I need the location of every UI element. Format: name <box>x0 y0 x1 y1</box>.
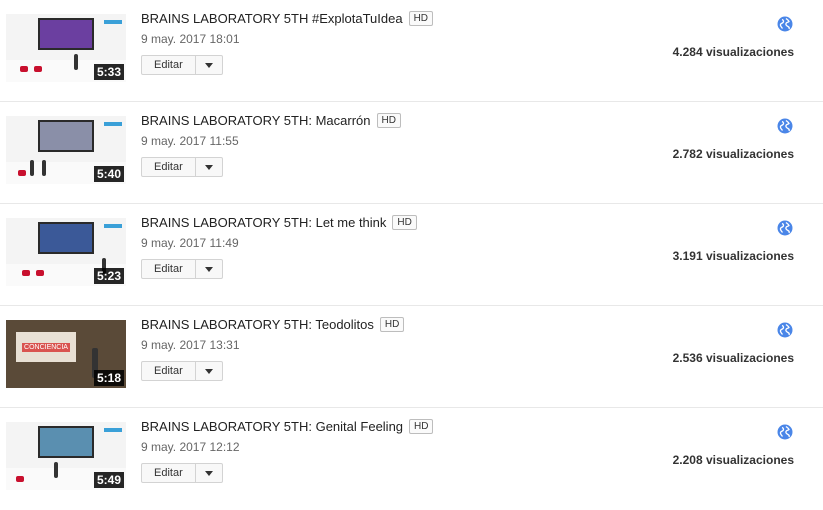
thumbnail-chair <box>16 476 24 482</box>
edit-button[interactable]: Editar <box>142 56 196 74</box>
view-count: 3.191 visualizaciones <box>672 249 794 263</box>
thumbnail-logo <box>104 224 122 228</box>
chevron-down-icon <box>204 62 213 68</box>
hd-badge: HD <box>379 317 405 332</box>
globe-icon[interactable] <box>777 118 793 134</box>
video-thumbnail[interactable]: 5:23 <box>6 218 126 286</box>
video-title[interactable]: BRAINS LABORATORY 5TH: Let me think <box>141 215 386 230</box>
thumbnail-chair <box>22 270 30 276</box>
chevron-down-icon <box>204 470 213 476</box>
view-count: 2.536 visualizaciones <box>672 351 794 365</box>
video-duration: 5:40 <box>93 166 124 182</box>
thumbnail-chair <box>18 170 26 176</box>
globe-icon[interactable] <box>777 220 793 236</box>
video-title-line: BRAINS LABORATORY 5TH: Let me think HD <box>141 215 417 230</box>
thumbnail-speaker <box>54 462 58 478</box>
chevron-down-icon <box>204 164 213 170</box>
thumbnail-chair <box>34 66 42 72</box>
video-duration: 5:18 <box>93 370 124 386</box>
globe-icon[interactable] <box>777 16 793 32</box>
edit-menu-button[interactable] <box>196 464 222 482</box>
video-date: 9 may. 2017 11:55 <box>141 134 239 148</box>
video-row: 5:49 BRAINS LABORATORY 5TH: Genital Feel… <box>0 408 823 510</box>
video-title[interactable]: BRAINS LABORATORY 5TH: Teodolitos <box>141 317 374 332</box>
video-date: 9 may. 2017 13:31 <box>141 338 240 352</box>
video-title-line: BRAINS LABORATORY 5TH #ExplotaTuIdea HD <box>141 11 434 26</box>
edit-button-group: Editar <box>141 463 223 483</box>
video-row: 5:40 BRAINS LABORATORY 5TH: Macarrón HD … <box>0 102 823 204</box>
video-thumbnail[interactable]: 5:49 <box>6 422 126 490</box>
view-count: 2.208 visualizaciones <box>672 453 794 467</box>
edit-button-group: Editar <box>141 259 223 279</box>
chevron-down-icon <box>204 368 213 374</box>
hd-badge: HD <box>376 113 401 128</box>
edit-menu-button[interactable] <box>196 56 222 74</box>
thumbnail-speaker <box>30 160 34 176</box>
thumbnail-screen <box>38 426 94 458</box>
edit-button-group: Editar <box>141 157 223 177</box>
globe-icon[interactable] <box>777 424 793 440</box>
video-duration: 5:23 <box>93 268 124 284</box>
video-thumbnail[interactable]: 5:40 <box>6 116 126 184</box>
globe-icon[interactable] <box>777 322 793 338</box>
video-list: 5:33 BRAINS LABORATORY 5TH #ExplotaTuIde… <box>0 0 823 510</box>
video-title-line: BRAINS LABORATORY 5TH: Genital Feeling H… <box>141 419 434 434</box>
video-row: 5:33 BRAINS LABORATORY 5TH #ExplotaTuIde… <box>0 0 823 102</box>
thumbnail-screen <box>38 222 94 254</box>
thumbnail-screen-text: CONCIENCIA <box>22 342 70 352</box>
view-count: 4.284 visualizaciones <box>672 45 794 59</box>
hd-badge: HD <box>408 11 434 26</box>
edit-menu-button[interactable] <box>196 158 222 176</box>
video-title-line: BRAINS LABORATORY 5TH: Teodolitos HD <box>141 317 405 332</box>
hd-badge: HD <box>409 419 434 434</box>
edit-button[interactable]: Editar <box>142 158 196 176</box>
video-date: 9 may. 2017 18:01 <box>141 32 240 46</box>
video-row: CONCIENCIA 5:18 BRAINS LABORATORY 5TH: T… <box>0 306 823 408</box>
thumbnail-speaker <box>42 160 46 176</box>
video-date: 9 may. 2017 12:12 <box>141 440 240 454</box>
chevron-down-icon <box>204 266 213 272</box>
edit-button-group: Editar <box>141 55 223 75</box>
thumbnail-chair <box>36 270 44 276</box>
thumbnail-speaker <box>74 54 78 70</box>
video-title[interactable]: BRAINS LABORATORY 5TH #ExplotaTuIdea <box>141 11 403 26</box>
thumbnail-screen <box>38 18 94 50</box>
thumbnail-logo <box>104 122 122 126</box>
thumbnail-logo <box>104 20 122 24</box>
thumbnail-logo <box>104 428 122 432</box>
video-date: 9 may. 2017 11:49 <box>141 236 239 250</box>
edit-button[interactable]: Editar <box>142 464 196 482</box>
thumbnail-screen <box>38 120 94 152</box>
edit-button[interactable]: Editar <box>142 260 196 278</box>
edit-menu-button[interactable] <box>196 362 222 380</box>
video-duration: 5:49 <box>93 472 124 488</box>
thumbnail-chair <box>20 66 28 72</box>
thumbnail-screen: CONCIENCIA <box>16 332 76 362</box>
edit-button-group: Editar <box>141 361 223 381</box>
view-count: 2.782 visualizaciones <box>672 147 794 161</box>
video-thumbnail[interactable]: CONCIENCIA 5:18 <box>6 320 126 388</box>
edit-menu-button[interactable] <box>196 260 222 278</box>
video-title[interactable]: BRAINS LABORATORY 5TH: Genital Feeling <box>141 419 403 434</box>
video-title-line: BRAINS LABORATORY 5TH: Macarrón HD <box>141 113 401 128</box>
video-title[interactable]: BRAINS LABORATORY 5TH: Macarrón <box>141 113 371 128</box>
edit-button[interactable]: Editar <box>142 362 196 380</box>
video-row: 5:23 BRAINS LABORATORY 5TH: Let me think… <box>0 204 823 306</box>
video-thumbnail[interactable]: 5:33 <box>6 14 126 82</box>
video-duration: 5:33 <box>93 64 124 80</box>
hd-badge: HD <box>392 215 417 230</box>
